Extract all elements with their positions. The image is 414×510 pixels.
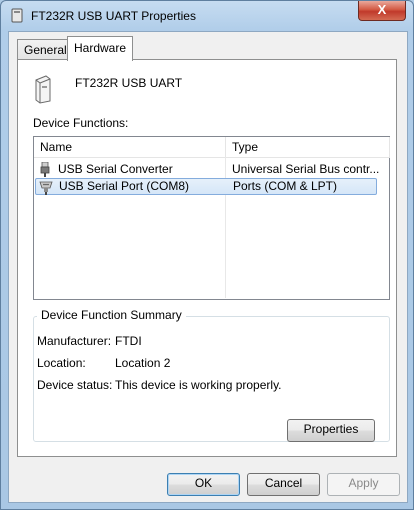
- manufacturer-value: FTDI: [115, 334, 142, 348]
- summary-title: Device Function Summary: [37, 308, 186, 322]
- tab-hardware[interactable]: Hardware: [67, 36, 134, 61]
- list-item-selected[interactable]: USB Serial Port (COM8) Ports (COM & LPT): [35, 178, 377, 195]
- usb-plug-icon: [40, 162, 50, 177]
- column-header-type[interactable]: Type: [226, 137, 390, 158]
- ok-button[interactable]: OK: [167, 473, 240, 496]
- list-item-type: Universal Serial Bus contr...: [232, 162, 380, 176]
- column-header-name[interactable]: Name: [34, 137, 226, 158]
- device-icon: [35, 75, 51, 104]
- list-item[interactable]: USB Serial Converter Universal Serial Bu…: [35, 161, 380, 178]
- dialog-body: General Hardware FT232R USB UART Device …: [8, 31, 408, 503]
- cancel-button[interactable]: Cancel: [247, 473, 320, 496]
- device-status-value: This device is working properly.: [115, 378, 282, 392]
- device-functions-list[interactable]: Name Type USB Serial Converter Universal…: [33, 136, 390, 300]
- properties-window: FT232R USB UART Properties X General Har…: [0, 0, 414, 510]
- device-functions-label: Device Functions:: [33, 116, 129, 130]
- location-label: Location:: [37, 356, 86, 370]
- manufacturer-label: Manufacturer:: [37, 334, 112, 348]
- title-bar[interactable]: FT232R USB UART Properties X: [1, 1, 413, 31]
- device-icon: [11, 8, 23, 23]
- list-item-type: Ports (COM & LPT): [233, 179, 338, 193]
- device-name: FT232R USB UART: [75, 76, 183, 90]
- window-title: FT232R USB UART Properties: [31, 9, 196, 23]
- device-status-label: Device status:: [37, 378, 113, 392]
- serial-port-icon: [39, 181, 53, 195]
- list-item-name: USB Serial Port (COM8): [59, 179, 190, 193]
- tab-general[interactable]: General: [17, 39, 74, 60]
- location-value: Location 2: [115, 356, 171, 370]
- close-button[interactable]: X: [358, 1, 406, 21]
- list-item-name: USB Serial Converter: [58, 162, 173, 176]
- properties-button[interactable]: Properties: [287, 419, 375, 442]
- apply-button[interactable]: Apply: [327, 473, 400, 496]
